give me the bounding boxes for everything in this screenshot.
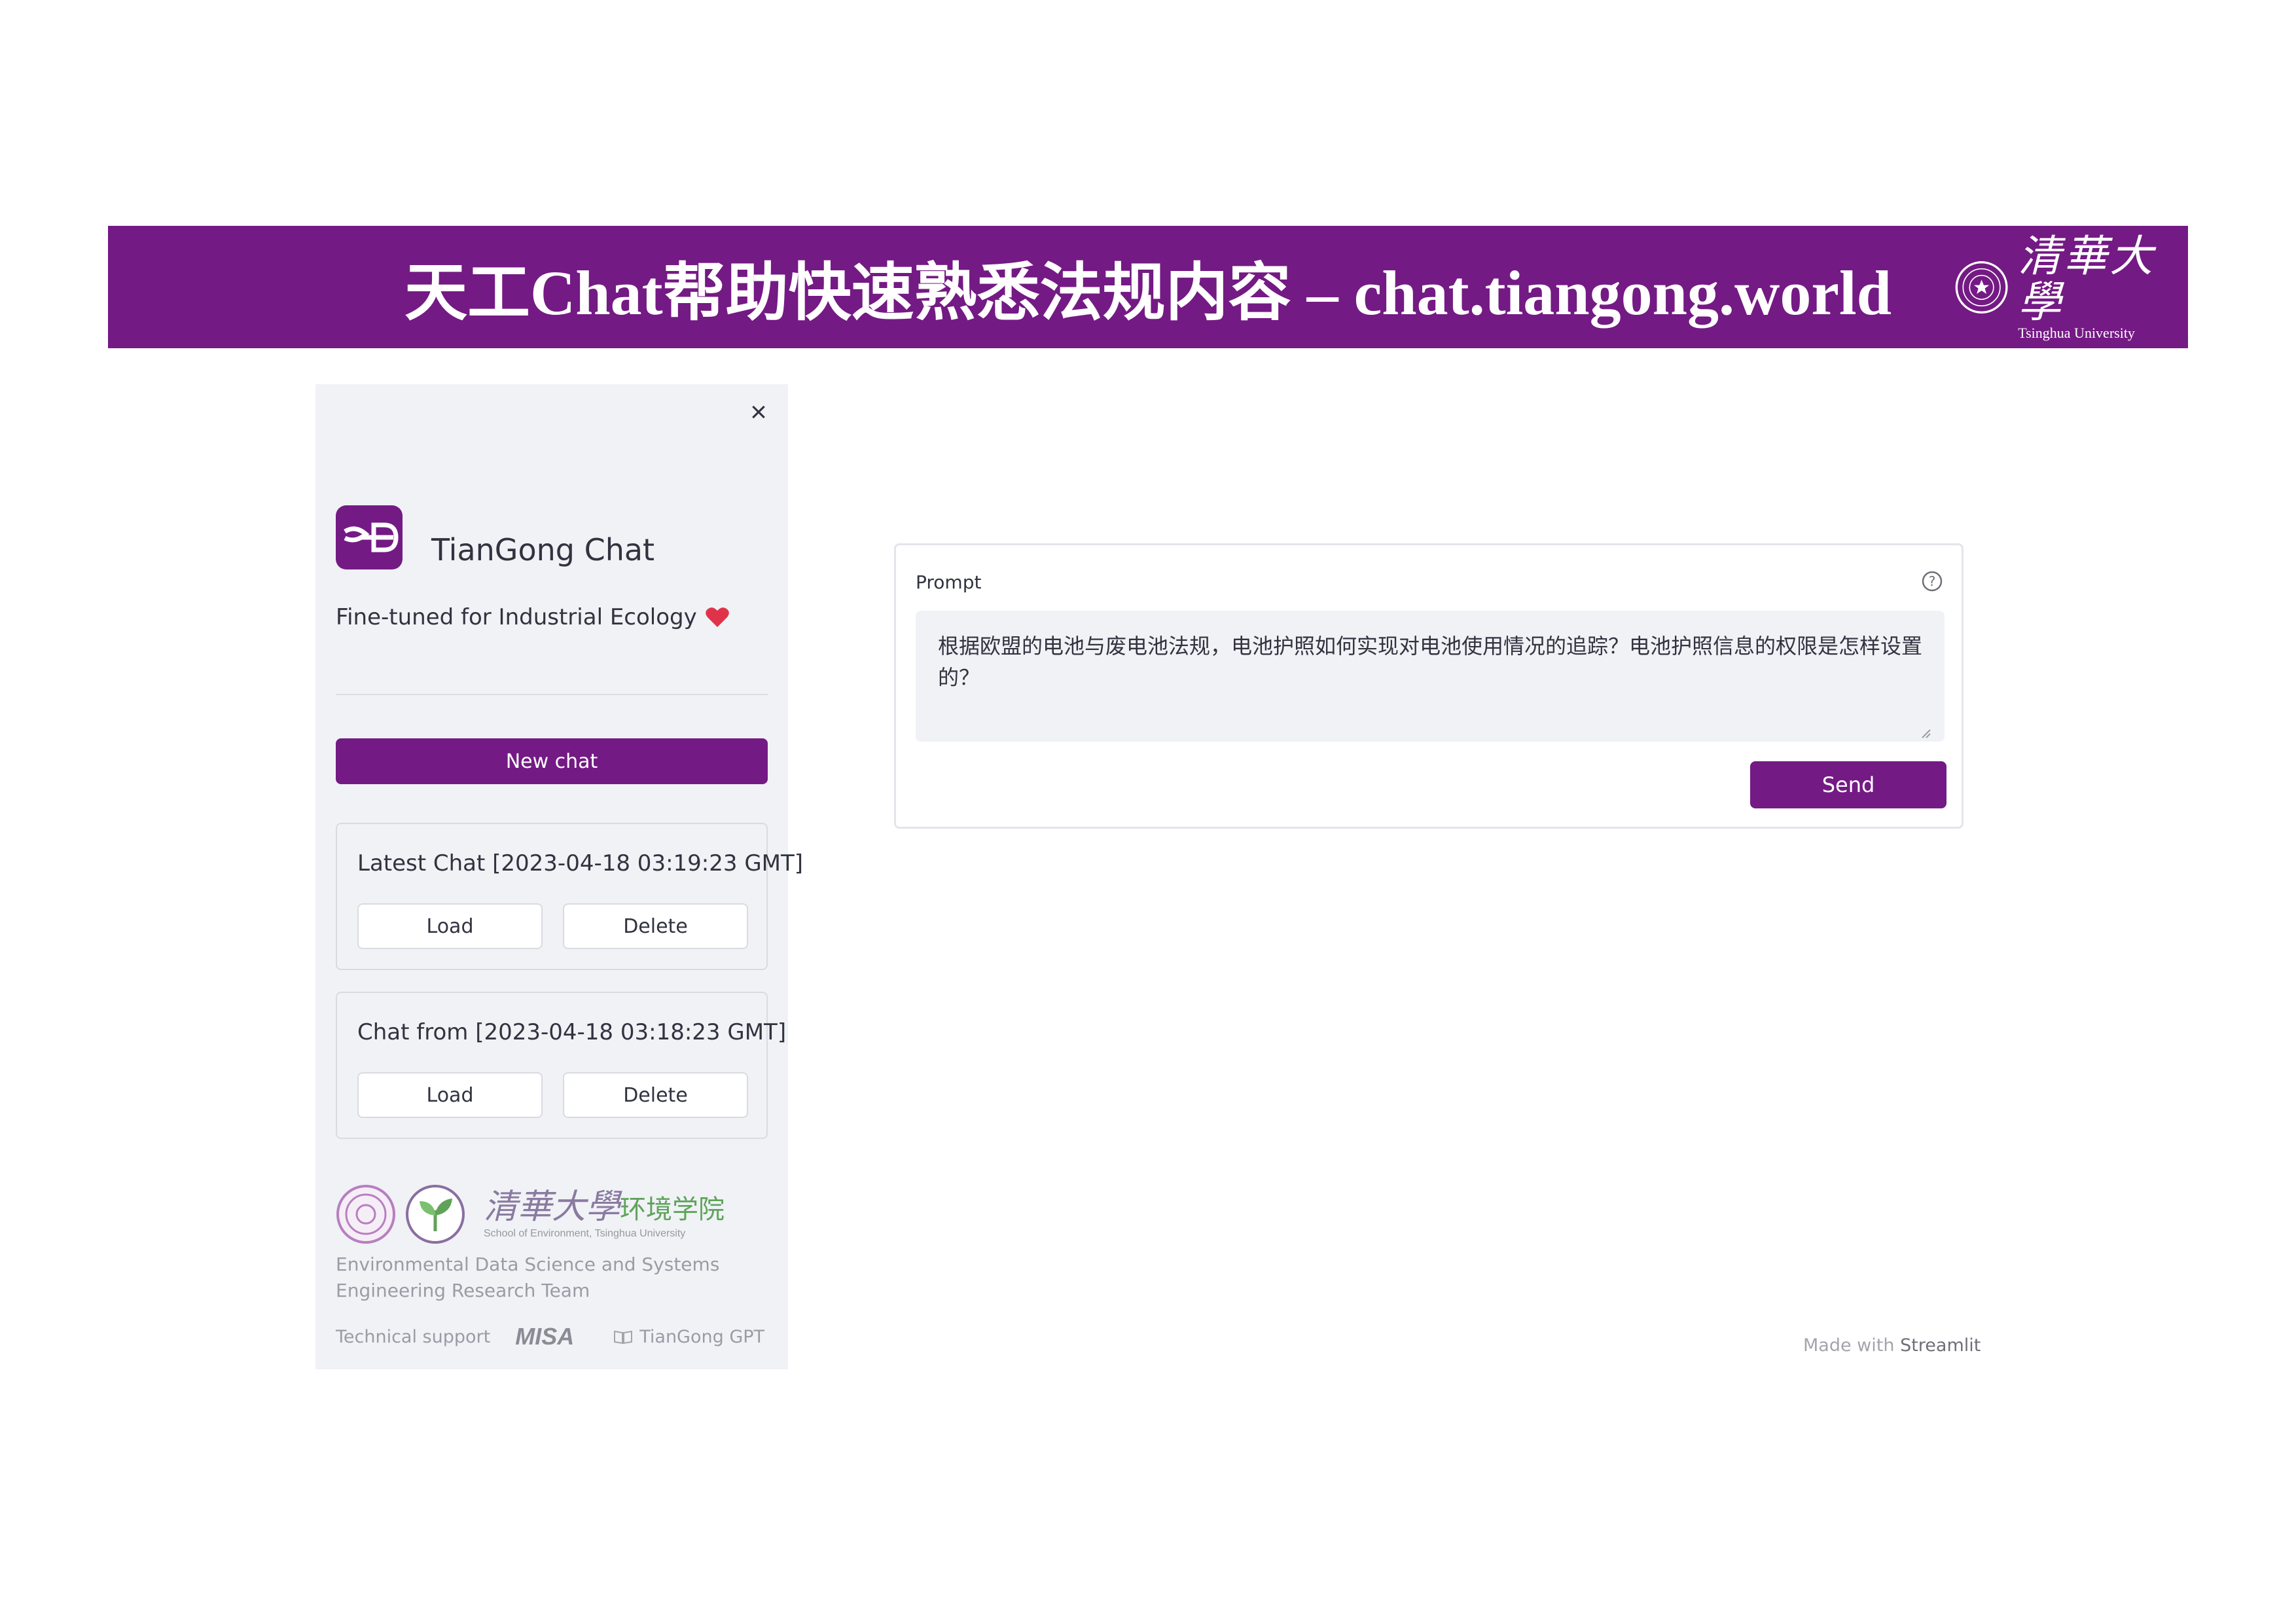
new-chat-button[interactable]: New chat — [336, 738, 768, 784]
tiangong-logo-icon — [336, 505, 403, 569]
resize-grip-icon[interactable] — [1920, 727, 1931, 739]
partner-logos: 清華大學环境学院 School of Environment, Tsinghua… — [336, 1182, 755, 1247]
prompt-input[interactable]: 根据欧盟的电池与废电池法规，电池护照如何实现对电池使用情况的追踪？电池护照信息的… — [916, 611, 1945, 742]
heart-icon — [705, 607, 729, 627]
tsinghua-logo-cn: 清華大學 — [2018, 231, 2156, 327]
svg-text:?: ? — [1929, 573, 1936, 589]
chat-title: Latest Chat [2023-04-18 03:19:23 GMT] — [357, 850, 804, 876]
chat-title: Chat from [2023-04-18 03:18:23 GMT] — [357, 1019, 787, 1045]
help-icon[interactable]: ? — [1921, 570, 1943, 592]
tsinghua-emblem-icon — [1955, 261, 2008, 314]
tsinghua-seal-icon — [336, 1185, 395, 1244]
team-text: Environmental Data Science and Systems E… — [336, 1254, 720, 1301]
school-logo-cn-a: 清華大學 — [484, 1187, 620, 1227]
load-button[interactable]: Load — [357, 1072, 543, 1118]
streamlit-brand: Streamlit — [1900, 1335, 1981, 1356]
tagline-text: Fine-tuned for Industrial Ecology — [336, 604, 697, 630]
made-with-text: Made with — [1803, 1335, 1895, 1356]
tiangong-gpt-label: TianGong GPT — [639, 1326, 765, 1347]
divider — [336, 694, 768, 695]
prompt-form: Prompt ? 根据欧盟的电池与废电池法规，电池护照如何实现对电池使用情况的追… — [894, 543, 1964, 829]
delete-button[interactable]: Delete — [563, 903, 748, 949]
tsinghua-logo: 清華大學 Tsinghua University — [1954, 234, 2174, 341]
tsinghua-logo-en: Tsinghua University — [2018, 325, 2135, 341]
misa-logo[interactable]: MISA — [515, 1323, 574, 1350]
school-logo-cn-b: 环境学院 — [620, 1195, 725, 1225]
load-button[interactable]: Load — [357, 903, 543, 949]
school-logo: 清華大學环境学院 School of Environment, Tsinghua… — [484, 1189, 725, 1240]
technical-support: Technical support MISA TianGong GPT — [336, 1320, 768, 1353]
banner-title: 天工Chat帮助快速熟悉法规内容 – chat.tiangong.world — [404, 258, 1892, 328]
school-logo-cn: 清華大學环境学院 — [484, 1189, 725, 1228]
prompt-label: Prompt — [916, 571, 982, 593]
made-with-streamlit[interactable]: Made with Streamlit — [1803, 1335, 1981, 1356]
school-logo-en: School of Environment, Tsinghua Universi… — [484, 1228, 686, 1239]
tiangong-gpt-link[interactable]: TianGong GPT — [613, 1327, 764, 1347]
send-button[interactable]: Send — [1750, 761, 1946, 808]
header-banner: 天工Chat帮助快速熟悉法规内容 – chat.tiangong.world 清… — [108, 226, 2188, 348]
sidebar: × TianGong Chat Fine-tuned for Industria… — [315, 384, 803, 1369]
delete-button[interactable]: Delete — [563, 1072, 748, 1118]
chat-history-card: Chat from [2023-04-18 03:18:23 GMT] Load… — [336, 992, 786, 1139]
chat-history-card: Latest Chat [2023-04-18 03:19:23 GMT] Lo… — [336, 823, 803, 970]
environment-school-icon — [406, 1185, 465, 1244]
book-icon — [614, 1330, 633, 1344]
tagline: Fine-tuned for Industrial Ecology — [336, 604, 730, 630]
app-name: TianGong Chat — [431, 532, 655, 568]
support-label: Technical support — [336, 1326, 491, 1347]
close-icon[interactable]: × — [745, 398, 772, 427]
